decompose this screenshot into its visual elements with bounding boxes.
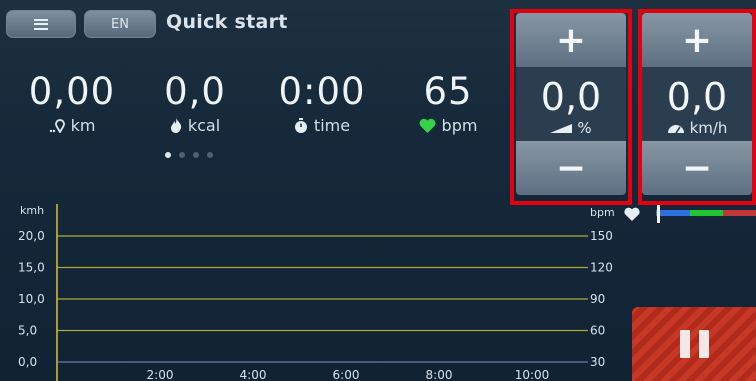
heart-rate-zone-segment: [690, 210, 723, 216]
page-dot[interactable]: [193, 152, 199, 158]
flame-icon: [170, 118, 182, 133]
stopwatch-icon: [294, 118, 307, 133]
heart-rate-zone-bar: [656, 209, 756, 217]
time-unit: time: [313, 116, 351, 135]
heart-rate-zone-marker: [657, 205, 660, 223]
calories-value: 0,0: [164, 70, 226, 113]
left-tick-label: 20,0: [18, 229, 45, 243]
x-tick-label: 4:00: [240, 368, 267, 381]
page-dot[interactable]: [165, 152, 171, 158]
right-tick-label: 150: [590, 229, 613, 243]
heart-rate-zone-segment: [656, 210, 690, 216]
page-dot[interactable]: [179, 152, 185, 158]
heart-zone-icon: [624, 207, 640, 221]
x-tick-label: 10:00: [515, 368, 550, 381]
left-axis-label: kmh: [20, 204, 44, 217]
incline-highlight: [510, 9, 632, 205]
treadmill-screen: EN Quick start 0,00 km 0,0 kcal 0:00 tim…: [0, 0, 756, 381]
distance-value: 0,00: [28, 70, 116, 113]
x-tick-label: 6:00: [333, 368, 360, 381]
time-value: 0:00: [278, 70, 366, 113]
left-tick-label: 0,0: [18, 355, 37, 369]
right-tick-label: 120: [590, 261, 613, 275]
heart-rate-value: 65: [423, 70, 473, 113]
x-tick-label: 8:00: [426, 368, 453, 381]
page-dot[interactable]: [207, 152, 213, 158]
time-stat: 0:00 time: [262, 70, 382, 136]
left-tick-label: 5,0: [18, 324, 37, 338]
pause-icon: [679, 330, 690, 358]
language-label: EN: [111, 16, 129, 32]
left-tick-label: 10,0: [18, 292, 45, 306]
distance-unit: km: [70, 116, 96, 135]
language-button[interactable]: EN: [84, 10, 156, 38]
heart-icon: [419, 118, 435, 133]
pause-button[interactable]: [632, 307, 756, 381]
heart-rate-stat: 65 bpm: [388, 72, 508, 135]
calories-stat: 0,0 kcal: [135, 70, 255, 136]
workout-chart: kmh bpm 0,0 30 5,0 60 10,0 90 15,0 120 20,0 150 2:00…: [18, 204, 615, 381]
distance-pin-icon: [49, 118, 65, 133]
calories-unit: kcal: [187, 116, 221, 135]
distance-stat: 0,00 km: [12, 70, 132, 136]
page-indicator: [165, 152, 213, 158]
right-tick-label: 60: [590, 324, 605, 338]
mode-title: Quick start: [166, 11, 288, 33]
pause-icon: [698, 330, 709, 358]
right-axis-label: bpm: [590, 206, 615, 219]
right-tick-label: 30: [590, 355, 605, 369]
right-tick-label: 90: [590, 292, 605, 306]
hamburger-icon: [34, 18, 48, 30]
left-tick-label: 15,0: [18, 261, 45, 275]
heart-rate-zone-segment: [723, 210, 756, 216]
menu-button[interactable]: [6, 10, 76, 38]
heart-rate-unit: bpm: [441, 116, 478, 135]
x-tick-label: 2:00: [147, 368, 174, 381]
speed-highlight: [638, 9, 756, 205]
